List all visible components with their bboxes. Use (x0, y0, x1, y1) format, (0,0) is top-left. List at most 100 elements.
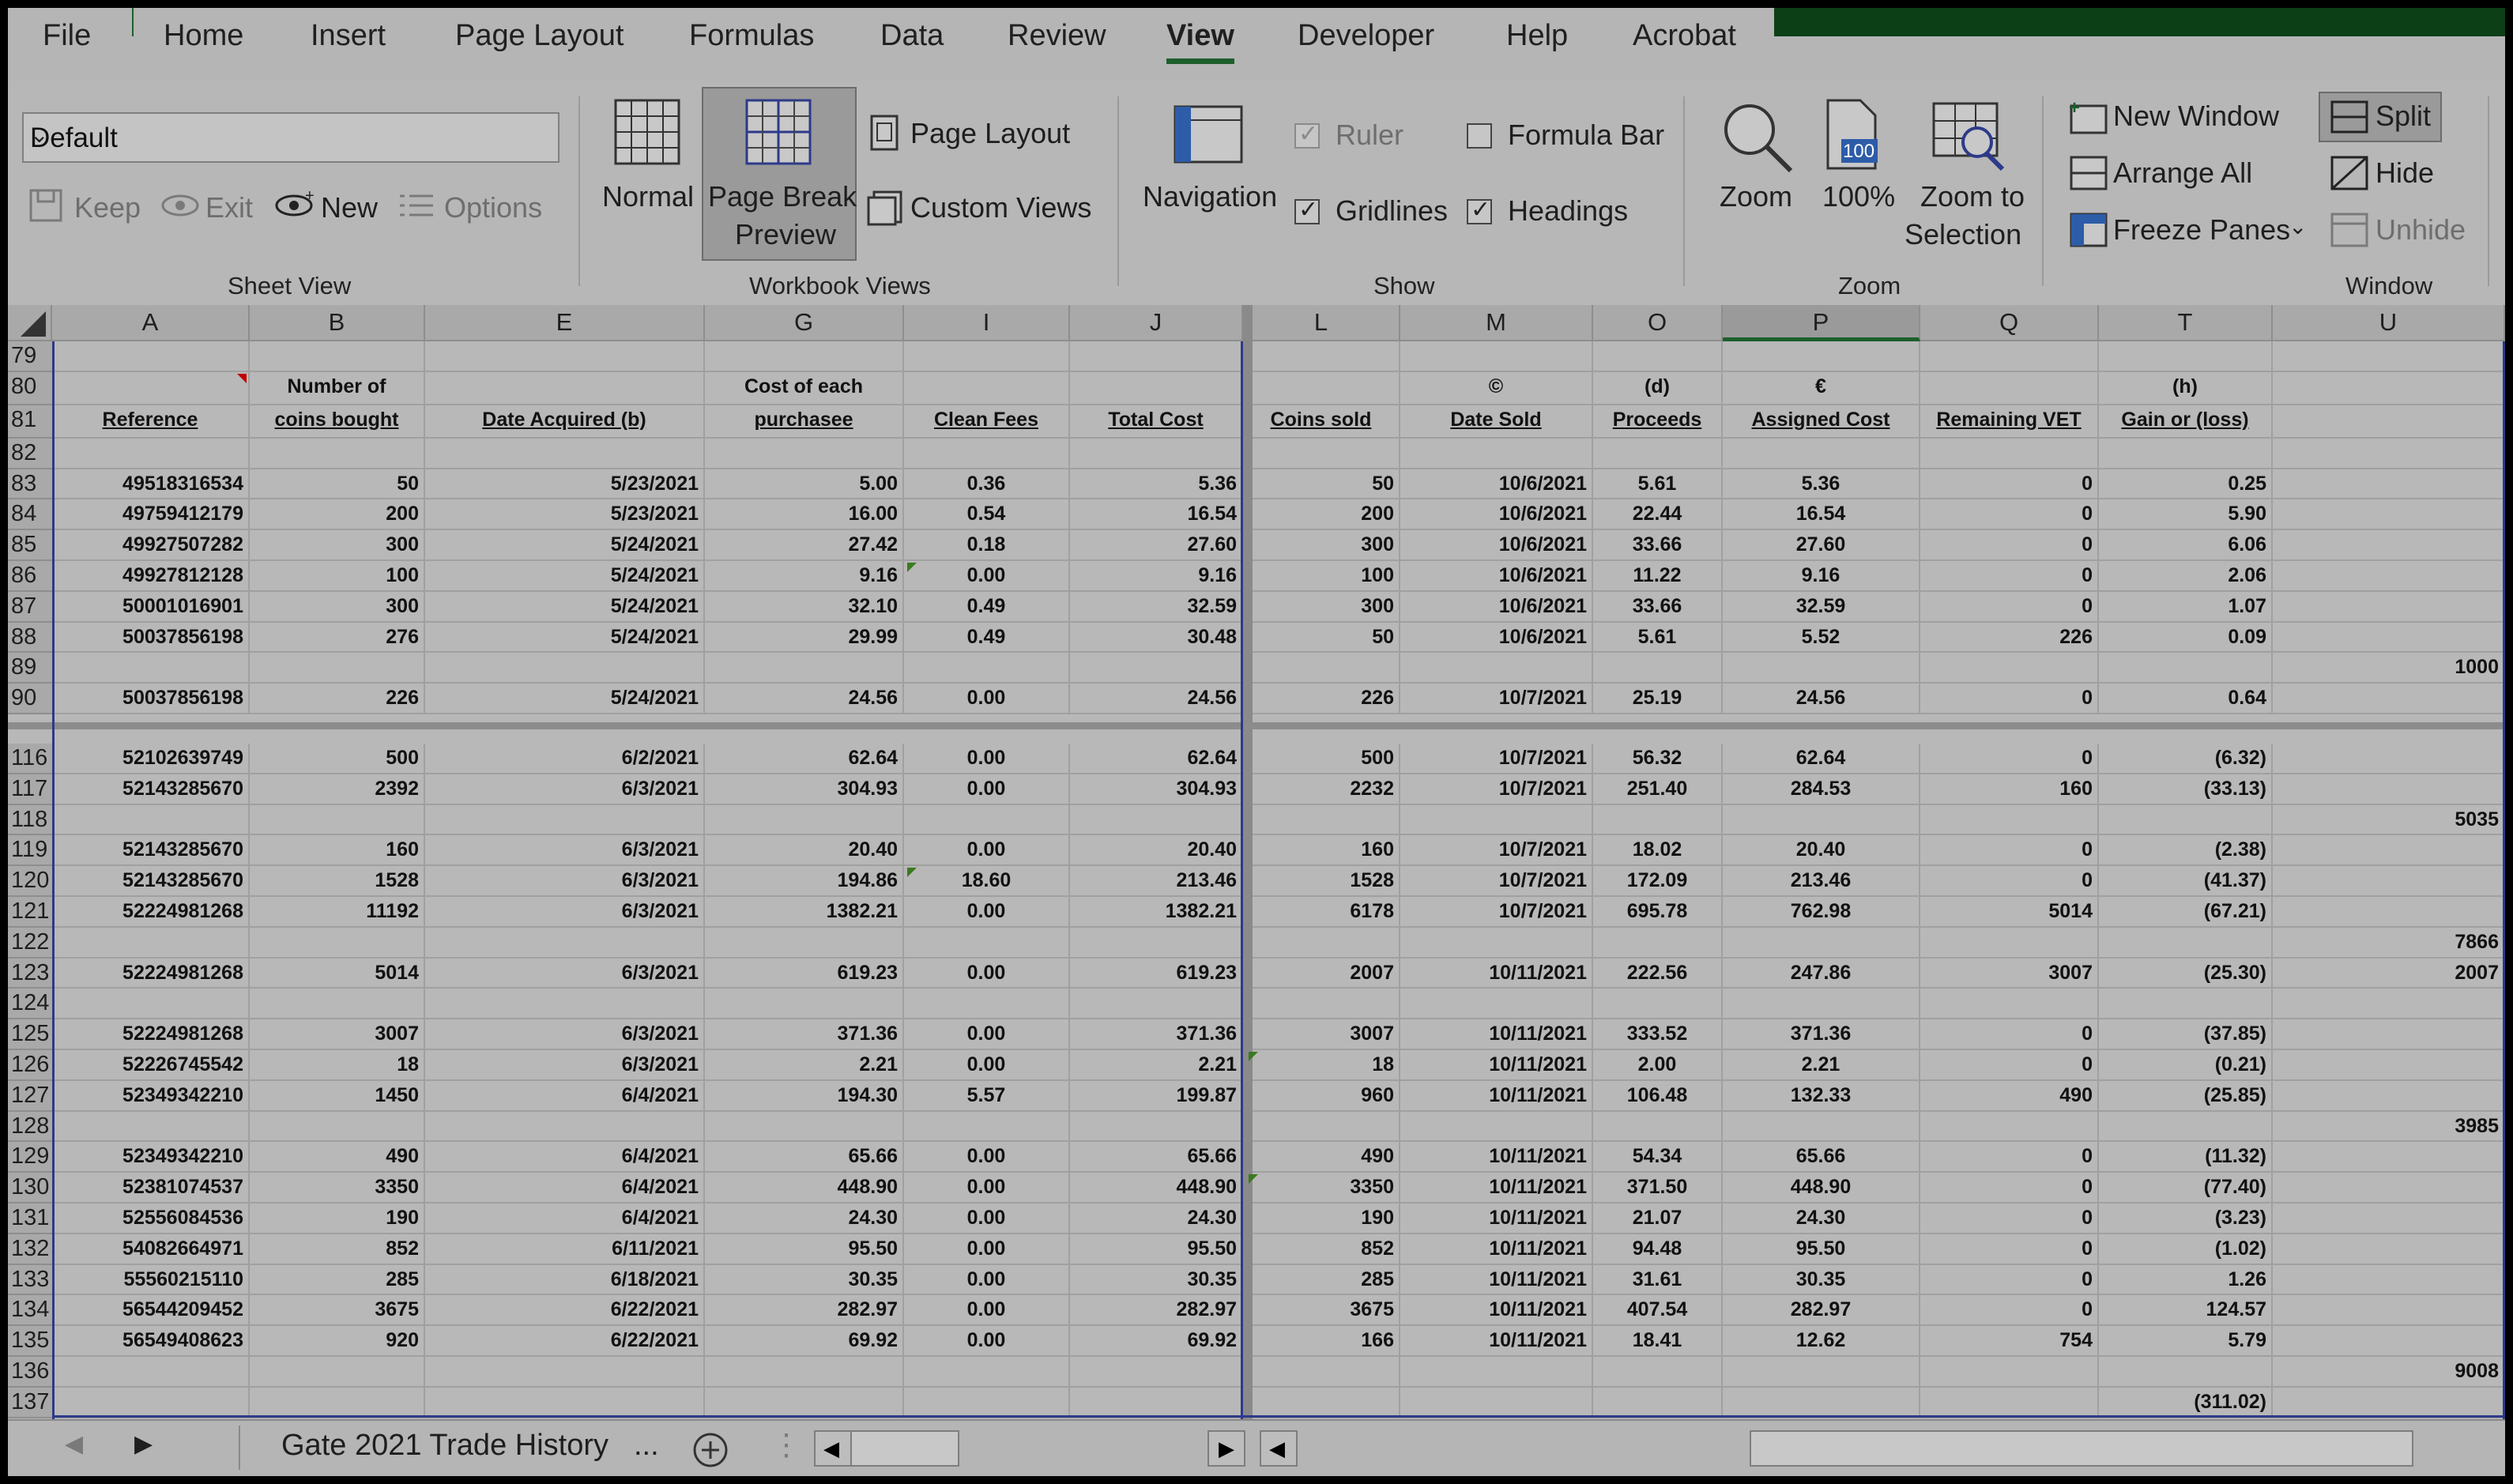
cell-b136[interactable] (250, 1357, 425, 1388)
cell-a133[interactable]: 55560215110 (52, 1264, 250, 1296)
cell-l81[interactable]: Coins sold (1243, 405, 1400, 439)
cell-b123[interactable]: 5014 (250, 958, 425, 989)
cell-a118[interactable] (52, 804, 250, 836)
cell-g132[interactable]: 95.50 (705, 1234, 904, 1265)
cell-o82[interactable] (1593, 438, 1723, 469)
cell-m120[interactable]: 10/7/2021 (1400, 866, 1593, 897)
cell-m129[interactable]: 10/11/2021 (1400, 1142, 1593, 1173)
options-button[interactable]: Options (444, 191, 542, 224)
cell-m85[interactable]: 10/6/2021 (1400, 530, 1593, 561)
cell-i118[interactable] (904, 804, 1070, 836)
cell-t131[interactable]: (3.23) (2099, 1203, 2273, 1234)
scroll-left-icon[interactable]: ◀ (65, 1430, 83, 1458)
zoom-to-selection-label-2[interactable]: Selection (1905, 218, 2021, 251)
column-header-u[interactable]: U (2273, 305, 2505, 341)
cell-m122[interactable] (1400, 927, 1593, 959)
keep-button[interactable]: Keep (74, 191, 141, 224)
cell-l117[interactable]: 2232 (1243, 774, 1400, 805)
cell-q88[interactable]: 226 (1920, 622, 2099, 653)
cell-u129[interactable] (2273, 1142, 2505, 1173)
cell-p135[interactable]: 12.62 (1723, 1326, 1920, 1357)
cell-q127[interactable]: 490 (1920, 1080, 2099, 1112)
cell-i84[interactable]: 0.54 (904, 499, 1070, 531)
ruler-checkbox[interactable]: ✓ (1294, 121, 1320, 149)
cell-q120[interactable]: 0 (1920, 866, 2099, 897)
normal-view-button[interactable]: Normal (602, 180, 694, 213)
cell-o85[interactable]: 33.66 (1593, 530, 1723, 561)
cell-o135[interactable]: 18.41 (1593, 1326, 1723, 1357)
cell-a117[interactable]: 52143285670 (52, 774, 250, 805)
cell-p118[interactable] (1723, 804, 1920, 836)
cell-u86[interactable] (2273, 561, 2505, 592)
cell-m135[interactable]: 10/11/2021 (1400, 1326, 1593, 1357)
cell-p88[interactable]: 5.52 (1723, 622, 1920, 653)
tab-file[interactable]: File (43, 19, 91, 53)
cell-q126[interactable]: 0 (1920, 1050, 2099, 1081)
vertical-split-bar[interactable] (1243, 305, 1253, 1419)
cell-b86[interactable]: 100 (250, 561, 425, 592)
cell-o134[interactable]: 407.54 (1593, 1295, 1723, 1327)
cell-o127[interactable]: 106.48 (1593, 1080, 1723, 1112)
cell-q136[interactable] (1920, 1357, 2099, 1388)
cell-e118[interactable] (425, 804, 705, 836)
cell-j133[interactable]: 30.35 (1070, 1264, 1243, 1296)
cell-o121[interactable]: 695.78 (1593, 897, 1723, 928)
cell-g131[interactable]: 24.30 (705, 1203, 904, 1234)
cell-o86[interactable]: 11.22 (1593, 561, 1723, 592)
cell-e136[interactable] (425, 1357, 705, 1388)
cell-q79[interactable] (1920, 341, 2099, 372)
cell-a127[interactable]: 52349342210 (52, 1080, 250, 1112)
cell-l135[interactable]: 166 (1243, 1326, 1400, 1357)
unhide-button[interactable]: Unhide (2375, 213, 2466, 247)
cell-e84[interactable]: 5/23/2021 (425, 499, 705, 531)
cell-b132[interactable]: 852 (250, 1234, 425, 1265)
cell-g116[interactable]: 62.64 (705, 744, 904, 774)
cell-q122[interactable] (1920, 927, 2099, 959)
cell-m83[interactable]: 10/6/2021 (1400, 469, 1593, 500)
cell-u83[interactable] (2273, 469, 2505, 500)
cell-e80[interactable] (425, 371, 705, 405)
cell-m127[interactable]: 10/11/2021 (1400, 1080, 1593, 1112)
cell-i134[interactable]: 0.00 (904, 1295, 1070, 1327)
cell-t120[interactable]: (41.37) (2099, 866, 2273, 897)
cell-l90[interactable]: 226 (1243, 684, 1400, 714)
cell-q132[interactable]: 0 (1920, 1234, 2099, 1265)
cell-j89[interactable] (1070, 653, 1243, 684)
cell-l80[interactable] (1243, 371, 1400, 405)
cell-e126[interactable]: 6/3/2021 (425, 1050, 705, 1081)
cell-q85[interactable]: 0 (1920, 530, 2099, 561)
cell-t117[interactable]: (33.13) (2099, 774, 2273, 805)
cell-o84[interactable]: 22.44 (1593, 499, 1723, 531)
cell-m131[interactable]: 10/11/2021 (1400, 1203, 1593, 1234)
row-header-132[interactable]: 132 (8, 1234, 52, 1265)
cell-a84[interactable]: 49759412179 (52, 499, 250, 531)
cell-i133[interactable]: 0.00 (904, 1264, 1070, 1296)
hscroll-right-arrow[interactable]: ▶ (1208, 1430, 1245, 1467)
column-header-o[interactable]: O (1593, 305, 1723, 341)
add-sheet-icon[interactable] (691, 1430, 730, 1470)
cell-t134[interactable]: 124.57 (2099, 1295, 2273, 1327)
cell-o124[interactable] (1593, 989, 1723, 1020)
cell-o122[interactable] (1593, 927, 1723, 959)
cell-t121[interactable]: (67.21) (2099, 897, 2273, 928)
cell-a116[interactable]: 52102639749 (52, 744, 250, 774)
cell-a90[interactable]: 50037856198 (52, 684, 250, 714)
cell-g125[interactable]: 371.36 (705, 1019, 904, 1050)
cell-l116[interactable]: 500 (1243, 744, 1400, 774)
cell-j136[interactable] (1070, 1357, 1243, 1388)
cell-l131[interactable]: 190 (1243, 1203, 1400, 1234)
cell-l84[interactable]: 200 (1243, 499, 1400, 531)
cell-o90[interactable]: 25.19 (1593, 684, 1723, 714)
cell-i90[interactable]: 0.00 (904, 684, 1070, 714)
cell-a126[interactable]: 52226745542 (52, 1050, 250, 1081)
sheet-tab-gate-2021[interactable]: Gate 2021 Trade History (281, 1429, 608, 1463)
cell-u122[interactable]: 7866 (2273, 927, 2505, 959)
cell-e121[interactable]: 6/3/2021 (425, 897, 705, 928)
cell-t129[interactable]: (11.32) (2099, 1142, 2273, 1173)
cell-q137[interactable] (1920, 1387, 2099, 1418)
cell-i89[interactable] (904, 653, 1070, 684)
cell-o116[interactable]: 56.32 (1593, 744, 1723, 774)
cell-j84[interactable]: 16.54 (1070, 499, 1243, 531)
cell-j129[interactable]: 65.66 (1070, 1142, 1243, 1173)
cell-i128[interactable] (904, 1111, 1070, 1143)
